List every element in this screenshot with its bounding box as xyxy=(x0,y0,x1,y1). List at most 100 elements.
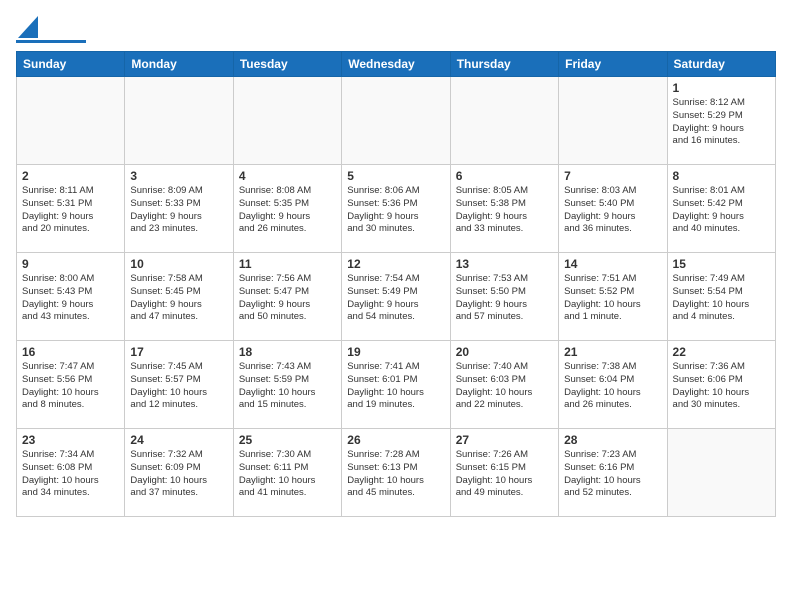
weekday-header-tuesday: Tuesday xyxy=(233,52,341,77)
calendar-cell: 6 Sunrise: 8:05 AM Sunset: 5:38 PM Daylig… xyxy=(450,165,558,253)
day-info: Sunrise: 7:26 AM Sunset: 6:15 PM Dayligh… xyxy=(456,449,553,500)
calendar-cell xyxy=(233,77,341,165)
logo xyxy=(16,16,86,43)
calendar-cell: 8 Sunrise: 8:01 AM Sunset: 5:42 PM Daylig… xyxy=(667,165,775,253)
day-number: 3 xyxy=(130,169,227,183)
day-number: 11 xyxy=(239,257,336,271)
day-info: Sunrise: 7:36 AM Sunset: 6:06 PM Dayligh… xyxy=(673,361,770,412)
weekday-header-saturday: Saturday xyxy=(667,52,775,77)
calendar-cell: 4 Sunrise: 8:08 AM Sunset: 5:35 PM Daylig… xyxy=(233,165,341,253)
calendar-header-row: SundayMondayTuesdayWednesdayThursdayFrid… xyxy=(17,52,776,77)
day-number: 18 xyxy=(239,345,336,359)
calendar-week-5: 23 Sunrise: 7:34 AM Sunset: 6:08 PM Dayli… xyxy=(17,429,776,517)
day-info: Sunrise: 7:49 AM Sunset: 5:54 PM Dayligh… xyxy=(673,273,770,324)
logo-underline xyxy=(16,40,86,43)
day-info: Sunrise: 7:41 AM Sunset: 6:01 PM Dayligh… xyxy=(347,361,444,412)
calendar-cell xyxy=(667,429,775,517)
day-number: 6 xyxy=(456,169,553,183)
day-number: 15 xyxy=(673,257,770,271)
day-info: Sunrise: 7:51 AM Sunset: 5:52 PM Dayligh… xyxy=(564,273,661,324)
calendar-cell: 17Sunrise: 7:45 AM Sunset: 5:57 PM Dayli… xyxy=(125,341,233,429)
calendar-cell: 26 Sunrise: 7:28 AM Sunset: 6:13 PM Dayli… xyxy=(342,429,450,517)
day-number: 9 xyxy=(22,257,119,271)
day-info: Sunrise: 7:53 AM Sunset: 5:50 PM Dayligh… xyxy=(456,273,553,324)
day-number: 14 xyxy=(564,257,661,271)
calendar-cell xyxy=(125,77,233,165)
day-info: Sunrise: 7:58 AM Sunset: 5:45 PM Dayligh… xyxy=(130,273,227,324)
day-info: Sunrise: 8:01 AM Sunset: 5:42 PM Dayligh… xyxy=(673,185,770,236)
calendar-cell: 18 Sunrise: 7:43 AM Sunset: 5:59 PM Dayli… xyxy=(233,341,341,429)
calendar-cell: 27 Sunrise: 7:26 AM Sunset: 6:15 PM Dayli… xyxy=(450,429,558,517)
day-info: Sunrise: 7:47 AM Sunset: 5:56 PM Dayligh… xyxy=(22,361,119,412)
logo-icon xyxy=(18,16,38,38)
calendar-week-4: 16 Sunrise: 7:47 AM Sunset: 5:56 PM Dayli… xyxy=(17,341,776,429)
calendar-cell xyxy=(342,77,450,165)
day-number: 8 xyxy=(673,169,770,183)
day-number: 2 xyxy=(22,169,119,183)
calendar-cell: 9 Sunrise: 8:00 AM Sunset: 5:43 PM Daylig… xyxy=(17,253,125,341)
calendar-cell: 12 Sunrise: 7:54 AM Sunset: 5:49 PM Dayli… xyxy=(342,253,450,341)
calendar-cell: 15 Sunrise: 7:49 AM Sunset: 5:54 PM Dayli… xyxy=(667,253,775,341)
day-number: 24 xyxy=(130,433,227,447)
day-number: 20 xyxy=(456,345,553,359)
day-info: Sunrise: 7:40 AM Sunset: 6:03 PM Dayligh… xyxy=(456,361,553,412)
day-number: 4 xyxy=(239,169,336,183)
day-info: Sunrise: 7:38 AM Sunset: 6:04 PM Dayligh… xyxy=(564,361,661,412)
day-number: 26 xyxy=(347,433,444,447)
calendar-cell: 22 Sunrise: 7:36 AM Sunset: 6:06 PM Dayli… xyxy=(667,341,775,429)
day-info: Sunrise: 7:43 AM Sunset: 5:59 PM Dayligh… xyxy=(239,361,336,412)
day-info: Sunrise: 8:11 AM Sunset: 5:31 PM Dayligh… xyxy=(22,185,119,236)
calendar-cell: 16 Sunrise: 7:47 AM Sunset: 5:56 PM Dayli… xyxy=(17,341,125,429)
day-number: 16 xyxy=(22,345,119,359)
calendar-cell xyxy=(559,77,667,165)
calendar-cell xyxy=(17,77,125,165)
calendar-cell: 25Sunrise: 7:30 AM Sunset: 6:11 PM Dayli… xyxy=(233,429,341,517)
day-info: Sunrise: 8:08 AM Sunset: 5:35 PM Dayligh… xyxy=(239,185,336,236)
day-info: Sunrise: 8:12 AM Sunset: 5:29 PM Dayligh… xyxy=(673,97,770,148)
day-info: Sunrise: 8:00 AM Sunset: 5:43 PM Dayligh… xyxy=(22,273,119,324)
calendar-week-1: 1Sunrise: 8:12 AM Sunset: 5:29 PM Daylig… xyxy=(17,77,776,165)
calendar-week-2: 2 Sunrise: 8:11 AM Sunset: 5:31 PM Daylig… xyxy=(17,165,776,253)
day-number: 17 xyxy=(130,345,227,359)
calendar-cell: 7 Sunrise: 8:03 AM Sunset: 5:40 PM Daylig… xyxy=(559,165,667,253)
weekday-header-thursday: Thursday xyxy=(450,52,558,77)
day-number: 21 xyxy=(564,345,661,359)
day-info: Sunrise: 7:23 AM Sunset: 6:16 PM Dayligh… xyxy=(564,449,661,500)
calendar-cell: 23 Sunrise: 7:34 AM Sunset: 6:08 PM Dayli… xyxy=(17,429,125,517)
day-number: 10 xyxy=(130,257,227,271)
day-number: 13 xyxy=(456,257,553,271)
page-header xyxy=(16,16,776,43)
calendar-cell: 11 Sunrise: 7:56 AM Sunset: 5:47 PM Dayli… xyxy=(233,253,341,341)
day-number: 27 xyxy=(456,433,553,447)
day-number: 7 xyxy=(564,169,661,183)
calendar-cell: 14 Sunrise: 7:51 AM Sunset: 5:52 PM Dayli… xyxy=(559,253,667,341)
day-number: 5 xyxy=(347,169,444,183)
calendar-cell: 3 Sunrise: 8:09 AM Sunset: 5:33 PM Daylig… xyxy=(125,165,233,253)
weekday-header-wednesday: Wednesday xyxy=(342,52,450,77)
calendar-cell: 21 Sunrise: 7:38 AM Sunset: 6:04 PM Dayli… xyxy=(559,341,667,429)
day-number: 23 xyxy=(22,433,119,447)
calendar-cell xyxy=(450,77,558,165)
calendar-cell: 24 Sunrise: 7:32 AM Sunset: 6:09 PM Dayli… xyxy=(125,429,233,517)
day-number: 28 xyxy=(564,433,661,447)
day-info: Sunrise: 7:32 AM Sunset: 6:09 PM Dayligh… xyxy=(130,449,227,500)
calendar-table: SundayMondayTuesdayWednesdayThursdayFrid… xyxy=(16,51,776,517)
calendar-cell: 10 Sunrise: 7:58 AM Sunset: 5:45 PM Dayli… xyxy=(125,253,233,341)
calendar-cell: 13 Sunrise: 7:53 AM Sunset: 5:50 PM Dayli… xyxy=(450,253,558,341)
day-info: Sunrise: 7:54 AM Sunset: 5:49 PM Dayligh… xyxy=(347,273,444,324)
day-number: 12 xyxy=(347,257,444,271)
day-number: 22 xyxy=(673,345,770,359)
day-info: Sunrise: 7:56 AM Sunset: 5:47 PM Dayligh… xyxy=(239,273,336,324)
day-info: Sunrise: 7:28 AM Sunset: 6:13 PM Dayligh… xyxy=(347,449,444,500)
calendar-cell: 5Sunrise: 8:06 AM Sunset: 5:36 PM Daylig… xyxy=(342,165,450,253)
day-info: Sunrise: 8:09 AM Sunset: 5:33 PM Dayligh… xyxy=(130,185,227,236)
day-info: Sunrise: 7:30 AM Sunset: 6:11 PM Dayligh… xyxy=(239,449,336,500)
weekday-header-sunday: Sunday xyxy=(17,52,125,77)
day-info: Sunrise: 7:34 AM Sunset: 6:08 PM Dayligh… xyxy=(22,449,119,500)
weekday-header-monday: Monday xyxy=(125,52,233,77)
day-info: Sunrise: 8:05 AM Sunset: 5:38 PM Dayligh… xyxy=(456,185,553,236)
calendar-cell: 19Sunrise: 7:41 AM Sunset: 6:01 PM Dayli… xyxy=(342,341,450,429)
day-info: Sunrise: 8:03 AM Sunset: 5:40 PM Dayligh… xyxy=(564,185,661,236)
calendar-cell: 2 Sunrise: 8:11 AM Sunset: 5:31 PM Daylig… xyxy=(17,165,125,253)
calendar-cell: 1Sunrise: 8:12 AM Sunset: 5:29 PM Daylig… xyxy=(667,77,775,165)
